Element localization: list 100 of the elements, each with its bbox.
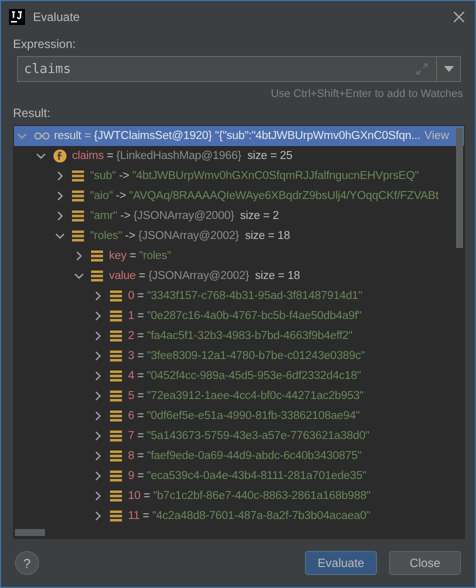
tree-row[interactable]: 1 = "0e287c16-4a0b-4767-bc5b-f4ae50db4a9f"	[14, 306, 464, 326]
tree-row[interactable]: key = "roles"	[14, 246, 464, 266]
node-separator: =	[137, 290, 144, 302]
glasses-icon	[34, 131, 50, 141]
tree-row[interactable]: 5 = "72ea3912-1aee-4cc4-bf0c-44271ac2b953"	[14, 386, 464, 406]
node-separator: ->	[120, 210, 130, 222]
node-separator: =	[142, 510, 150, 522]
node-name: 8	[128, 450, 134, 462]
list-icon	[72, 210, 84, 222]
list-icon	[110, 390, 122, 402]
node-value: "b7c1c2bf-86e7-440c-8863-2861a168b988"	[153, 490, 370, 502]
list-icon	[72, 230, 84, 242]
node-value: "fa4ac5f1-32b3-4983-b7bd-4663f9b4eff2"	[146, 330, 352, 342]
node-name: "sub"	[90, 170, 116, 182]
node-value: {JSONArray@2002}	[148, 270, 250, 282]
node-value: "AVQAq/8RAAAAQIeWAye6XBqdrZ9bsUlj4/YOqqCKf/FZVABt	[129, 190, 438, 202]
node-size: size = 18	[255, 270, 300, 282]
result-label: Result:	[13, 106, 52, 120]
node-separator: =	[137, 330, 144, 342]
node-size: size = 25	[247, 150, 292, 162]
node-separator: =	[137, 470, 144, 482]
node-separator: =	[106, 150, 114, 162]
tree-row[interactable]: "sub" -> "4btJWBUrpWmv0hGXnC0SfqmRJJfalfngucnEHVprsEQ"	[14, 166, 464, 186]
node-separator: ->	[118, 170, 130, 182]
tree-row[interactable]: "amr" -> {JSONArray@2000} size = 2	[14, 206, 464, 226]
node-separator: ->	[125, 230, 136, 242]
node-separator: =	[137, 350, 144, 362]
node-value: "4btJWBUrpWmv0hGXnC0SfqmRJJfalfngucnEHVprsEQ"	[132, 170, 419, 182]
list-icon	[110, 370, 122, 382]
window-title: Evaluate	[33, 10, 80, 24]
tree-row[interactable]: 0 = "3343f157-c768-4b31-95ad-3f81487914d1"	[14, 286, 464, 306]
node-value: {JWTClaimsSet@1920} "{"sub":"4btJWBUrpWmv0hGXnC0Sfqn...	[94, 130, 420, 142]
tree-row[interactable]: 10 = "b7c1c2bf-86e7-440c-8863-2861a168b988"	[14, 486, 464, 506]
list-icon	[110, 310, 122, 322]
expression-field[interactable]: claims	[17, 56, 461, 82]
node-separator: =	[137, 450, 144, 462]
watches-hint: Use Ctrl+Shift+Enter to add to Watches	[270, 88, 463, 100]
list-icon	[110, 330, 122, 342]
list-icon	[72, 190, 84, 202]
tree-row[interactable]: 8 = "faef9ede-0a69-44d9-abdc-6c40b3430875"	[14, 446, 464, 466]
field-icon	[53, 149, 67, 163]
node-name: 11	[128, 510, 140, 522]
node-separator: =	[137, 410, 144, 422]
tree-row[interactable]: "aio" -> "AVQAq/8RAAAAQIeWAye6XBqdrZ9bsUlj4/YOqqCKf/FZVABt	[14, 186, 464, 206]
node-value: {LinkedHashMap@1966}	[116, 150, 242, 162]
node-name: result	[54, 130, 82, 142]
node-separator: =	[137, 430, 144, 442]
close-button[interactable]: Close	[389, 551, 461, 575]
list-icon	[110, 410, 122, 422]
list-icon	[110, 450, 122, 462]
list-icon	[110, 290, 122, 302]
node-value: "roles"	[139, 250, 172, 262]
app-logo-icon	[9, 9, 25, 25]
node-value: "5a143673-5759-43e3-a57e-7763621a38d0"	[146, 430, 370, 442]
tree-row[interactable]: 7 = "5a143673-5759-43e3-a57e-7763621a38d0"	[14, 426, 464, 446]
close-icon[interactable]	[453, 11, 465, 23]
node-name: 5	[128, 390, 134, 402]
list-icon	[110, 510, 122, 522]
node-separator: =	[137, 310, 144, 322]
list-icon	[72, 170, 84, 182]
list-icon	[110, 350, 122, 362]
expression-input[interactable]: claims	[18, 62, 416, 76]
node-value: {JSONArray@2002}	[138, 230, 239, 242]
tree-row[interactable]: value = {JSONArray@2002} size = 18	[14, 266, 464, 286]
node-value: "3343f157-c768-4b31-95ad-3f81487914d1"	[146, 290, 362, 302]
dropdown-caret-icon	[444, 66, 454, 72]
list-icon	[91, 250, 103, 262]
list-icon	[110, 430, 122, 442]
tree-row[interactable]: 3 = "3fee8309-12a1-4780-b7be-c01243e0389c"	[14, 346, 464, 366]
list-icon	[91, 270, 103, 282]
tree-row[interactable]: "roles" -> {JSONArray@2002} size = 18	[14, 226, 464, 246]
tree-row[interactable]: 6 = "0df6ef5e-e51a-4990-81fb-33862108ae94"	[14, 406, 464, 426]
node-name: "amr"	[90, 210, 118, 222]
tree-row[interactable]: 11 = "4c2a48d8-7601-487a-8a2f-7b3b04acaea0"	[14, 506, 464, 526]
tree-row[interactable]: 2 = "fa4ac5f1-32b3-4983-b7bd-4663f9b4eff2"	[14, 326, 464, 346]
expression-label: Expression:	[13, 37, 77, 51]
node-name: 6	[128, 410, 134, 422]
node-name: claims	[72, 150, 104, 162]
node-separator: =	[137, 390, 144, 402]
evaluate-button[interactable]: Evaluate	[305, 551, 377, 575]
horizontal-scrollbar[interactable]	[15, 529, 45, 536]
node-value: "4c2a48d8-7601-487a-8a2f-7b3b04acaea0"	[152, 510, 370, 522]
tree-row[interactable]: 9 = "eca539c4-0a4e-43b4-8111-281a701ede35"	[14, 466, 464, 486]
node-separator: =	[138, 270, 146, 282]
node-name: 10	[128, 490, 140, 502]
tree-row[interactable]: 4 = "0452f4cc-989a-45d5-953e-6df2332d4c18"	[14, 366, 464, 386]
node-size: size = 18	[244, 230, 290, 242]
help-button[interactable]: ?	[15, 551, 39, 575]
node-name: 9	[128, 470, 134, 482]
node-separator: =	[137, 370, 144, 382]
node-name: 2	[128, 330, 134, 342]
node-name: value	[109, 270, 136, 282]
node-name: key	[109, 250, 126, 262]
vertical-scrollbar[interactable]	[456, 128, 463, 248]
node-size: size = 2	[240, 210, 279, 222]
node-value: "0df6ef5e-e51a-4990-81fb-33862108ae94"	[146, 410, 360, 422]
node-separator: =	[144, 490, 150, 502]
node-value: {JSONArray@2000}	[133, 210, 234, 222]
node-name: "aio"	[90, 190, 113, 202]
tree-row[interactable]: claims = {LinkedHashMap@1966} size = 25	[14, 146, 464, 166]
